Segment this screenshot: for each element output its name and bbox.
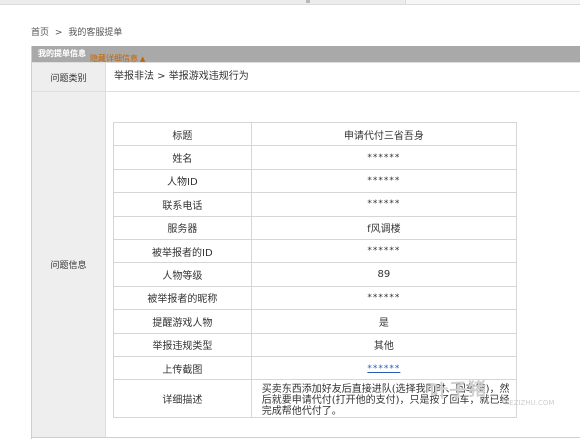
table-row: 举报违规类型 其他 [113,332,518,357]
row-key: 提醒游戏人物 [113,309,252,334]
row-value: 89 [250,262,518,287]
browser-top-strip [0,0,580,5]
breadcrumb-home-link[interactable]: 首页 [31,28,49,38]
breadcrumb-current: 我的客服提单 [68,28,123,38]
table-row: 被举报者的ID ****** [113,238,518,264]
table-row: 联系电话 ****** [113,192,518,217]
details-table: 标题 申请代付三省吾身 姓名 ****** 人物ID ****** 联系电话 *… [113,121,518,419]
hide-details-label[interactable]: 隐藏详细信息 [90,54,138,63]
category-label: 问题类别 [32,63,106,91]
row-key: 被举报者的ID [113,238,252,264]
row-key: 标题 [113,121,252,147]
hide-details-toggle[interactable]: 隐藏详细信息 ▲ [90,53,145,64]
row-key: 联系电话 [113,192,252,217]
watermark-logo: 叶子猪 [429,378,488,403]
watermark-url: YEZIZHU.COM [505,399,555,407]
row-key: 服务器 [113,215,252,240]
table-row: 姓名 ****** [113,145,518,170]
row-key: 上传截图 [113,355,252,381]
row-value: 其他 [250,332,518,357]
row-value: 申请代付三省吾身 [250,121,518,147]
category-row: 问题类别 举报非法 > 举报游戏违规行为 [32,62,580,91]
row-key: 人物ID [113,168,252,194]
table-row: 服务器 f风调楼 [113,215,518,240]
table-row: 被举报者的昵称 ****** [113,285,518,311]
top-strip-segment [405,0,580,4]
caret-up-icon[interactable]: ▲ [140,55,145,63]
row-key: 详细描述 [113,379,252,419]
row-value: ****** [250,285,518,311]
row-value: ****** [250,192,518,217]
row-key: 人物等级 [113,262,252,287]
row-key: 被举报者的昵称 [113,285,252,311]
scroll-indicator-icon [306,0,310,3]
table-row: 标题 申请代付三省吾身 [113,121,518,147]
info-label: 问题信息 [32,92,106,437]
row-value: 是 [250,309,518,334]
row-value: ****** [250,238,518,264]
row-key: 姓名 [113,145,252,170]
table-row: 人物ID ****** [113,168,518,194]
table-row: 人物等级 89 [113,262,518,287]
row-key: 举报违规类型 [113,332,252,357]
category-value: 举报非法 > 举报游戏违规行为 [114,71,249,82]
breadcrumb: 首页 > 我的客服提单 [31,25,125,38]
row-value: ****** [250,145,518,170]
breadcrumb-separator: > [54,28,63,38]
row-value: f风调楼 [250,215,518,240]
screenshot-link[interactable]: ****** [367,364,400,374]
row-value: ****** [250,168,518,194]
table-row: 提醒游戏人物 是 [113,309,518,334]
